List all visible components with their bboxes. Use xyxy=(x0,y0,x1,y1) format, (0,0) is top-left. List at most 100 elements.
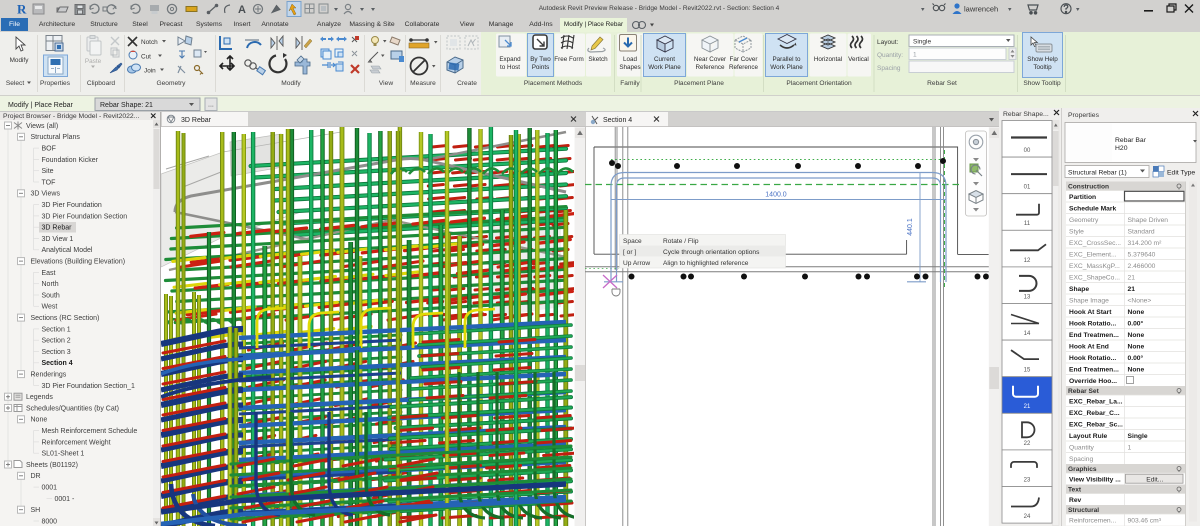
svg-text:None: None xyxy=(1128,309,1145,316)
svg-text:Reference: Reference xyxy=(695,64,725,71)
svg-text:Geometry: Geometry xyxy=(157,80,187,87)
svg-text:3D Pier Foundation Section_1: 3D Pier Foundation Section_1 xyxy=(42,383,135,390)
svg-text:View: View xyxy=(379,80,393,87)
svg-text:Override Hoo...: Override Hoo... xyxy=(1069,378,1117,385)
svg-text:East: East xyxy=(42,270,56,277)
svg-text:Legends: Legends xyxy=(26,394,53,401)
svg-text:...: ... xyxy=(208,102,214,109)
svg-text:EXC_CrossSec...: EXC_CrossSec... xyxy=(1069,240,1121,247)
svg-text:Geometry: Geometry xyxy=(1069,217,1099,224)
svg-text:None: None xyxy=(31,417,48,424)
svg-text:Mesh Reinforcement Schedule: Mesh Reinforcement Schedule xyxy=(42,428,138,435)
svg-text:0001 -: 0001 - xyxy=(55,496,76,503)
svg-text:Parallel to: Parallel to xyxy=(772,56,800,63)
svg-text:Show Tooltip: Show Tooltip xyxy=(1023,80,1061,87)
svg-text:Sheets (B01192): Sheets (B01192) xyxy=(26,462,78,469)
svg-text:Foundation Kicker: Foundation Kicker xyxy=(42,157,99,164)
svg-text:8000: 8000 xyxy=(42,518,58,525)
svg-text:Reinforcemen...: Reinforcemen... xyxy=(1069,517,1116,524)
svg-text:West: West xyxy=(42,304,58,311)
svg-text:DR: DR xyxy=(31,473,41,480)
svg-text:Rotate / Flip: Rotate / Flip xyxy=(663,238,699,245)
svg-text:Rebar Set: Rebar Set xyxy=(1068,388,1100,395)
svg-text:End Treatmen...: End Treatmen... xyxy=(1069,366,1119,373)
svg-text:Hook At End: Hook At End xyxy=(1069,343,1109,350)
svg-text:Placement Orientation: Placement Orientation xyxy=(786,80,852,87)
svg-text:Properties: Properties xyxy=(1068,112,1100,119)
svg-text:None: None xyxy=(1128,332,1145,339)
svg-text:Paste: Paste xyxy=(85,58,102,65)
svg-text:Views (all): Views (all) xyxy=(26,123,58,130)
svg-text:Rebar Set: Rebar Set xyxy=(927,80,957,87)
svg-text:Project Browser - Bridge Model: Project Browser - Bridge Model - Revit20… xyxy=(3,113,139,120)
svg-text:Section 4: Section 4 xyxy=(42,360,73,367)
svg-text:None: None xyxy=(1128,366,1145,373)
svg-text:Structural Rebar (1): Structural Rebar (1) xyxy=(1068,170,1127,177)
svg-text:Elevations (Building Elevation: Elevations (Building Elevation) xyxy=(31,259,126,266)
svg-text:Hook Rotatio...: Hook Rotatio... xyxy=(1069,355,1116,362)
svg-text:1: 1 xyxy=(1128,444,1132,451)
svg-text:Up Arrow: Up Arrow xyxy=(623,260,650,267)
svg-text:Expand: Expand xyxy=(499,56,521,63)
svg-text:EXC_Rebar_Sc...: EXC_Rebar_Sc... xyxy=(1069,421,1123,428)
svg-text:Spacing: Spacing xyxy=(877,65,901,72)
svg-text:Hook Rotatio...: Hook Rotatio... xyxy=(1069,320,1116,327)
svg-text:Graphics: Graphics xyxy=(1068,466,1097,473)
svg-text:3D Rebar: 3D Rebar xyxy=(181,117,212,124)
svg-text:R: R xyxy=(17,2,27,17)
svg-text:15: 15 xyxy=(1024,368,1031,374)
svg-text:Analytical Model: Analytical Model xyxy=(42,247,93,254)
svg-text:Modify | Place Rebar: Modify | Place Rebar xyxy=(8,102,74,109)
svg-text:3D View 1: 3D View 1 xyxy=(42,236,74,243)
svg-text:Single: Single xyxy=(913,39,931,46)
svg-text:Clipboard: Clipboard xyxy=(87,80,116,87)
svg-text:3D Views: 3D Views xyxy=(31,191,61,198)
svg-text:Modify: Modify xyxy=(281,80,301,87)
svg-text:Construction: Construction xyxy=(1068,184,1109,191)
svg-text:3D Pier Foundation: 3D Pier Foundation xyxy=(42,202,102,209)
svg-text:Section 1: Section 1 xyxy=(42,326,71,333)
svg-text:21: 21 xyxy=(1128,286,1136,293)
svg-text:Current: Current xyxy=(654,56,675,63)
svg-text:Cut: Cut xyxy=(141,54,151,61)
svg-text:Create: Create xyxy=(457,80,477,87)
svg-text:Edit...: Edit... xyxy=(1146,476,1163,483)
svg-text:Shape Driven: Shape Driven xyxy=(1128,217,1169,224)
svg-text:Shapes: Shapes xyxy=(619,64,640,71)
svg-text:12: 12 xyxy=(1024,258,1031,264)
svg-text:2.466000: 2.466000 xyxy=(1128,263,1156,270)
svg-text:TOF: TOF xyxy=(42,179,56,186)
svg-text:3D Rebar: 3D Rebar xyxy=(42,225,73,232)
svg-text:Rebar Shape: 21: Rebar Shape: 21 xyxy=(100,102,153,109)
svg-text:Rebar Shape...: Rebar Shape... xyxy=(1003,111,1049,118)
svg-text:Shape: Shape xyxy=(1069,286,1089,293)
svg-text:Measure: Measure xyxy=(410,80,436,87)
svg-text:EXC_Rebar_C...: EXC_Rebar_C... xyxy=(1069,410,1120,417)
svg-text:Show Help: Show Help xyxy=(1027,56,1058,63)
svg-text:440.1: 440.1 xyxy=(907,218,914,236)
svg-text:Vertical: Vertical xyxy=(848,56,869,63)
svg-text:00: 00 xyxy=(1024,148,1031,154)
svg-text:1: 1 xyxy=(913,52,917,59)
svg-text:0001: 0001 xyxy=(42,485,58,492)
svg-text:21: 21 xyxy=(1024,404,1031,410)
svg-text:EXC_ShapeCo...: EXC_ShapeCo... xyxy=(1069,274,1120,281)
svg-text:None: None xyxy=(1128,343,1145,350)
svg-text:21: 21 xyxy=(1128,274,1136,281)
svg-text:End Treatmen...: End Treatmen... xyxy=(1069,332,1119,339)
svg-text:22: 22 xyxy=(1024,441,1031,447)
svg-text:Text: Text xyxy=(1068,487,1082,494)
svg-text:[ or ]: [ or ] xyxy=(623,249,636,256)
svg-text:Space: Space xyxy=(623,238,642,245)
svg-text:to Host: to Host xyxy=(500,64,520,71)
svg-text:23: 23 xyxy=(1024,477,1031,483)
svg-text:Section 3: Section 3 xyxy=(42,349,71,356)
svg-text:Align to highlighted reference: Align to highlighted reference xyxy=(663,260,749,267)
svg-text:Structural Plans: Structural Plans xyxy=(31,134,81,141)
svg-text:14: 14 xyxy=(1024,331,1031,337)
svg-text:<None>: <None> xyxy=(1128,297,1152,304)
svg-text:Sections (RC Section): Sections (RC Section) xyxy=(31,315,100,322)
svg-text:Shape Image: Shape Image xyxy=(1069,297,1109,304)
svg-text:01: 01 xyxy=(1024,185,1031,191)
svg-text:Load: Load xyxy=(623,56,638,63)
